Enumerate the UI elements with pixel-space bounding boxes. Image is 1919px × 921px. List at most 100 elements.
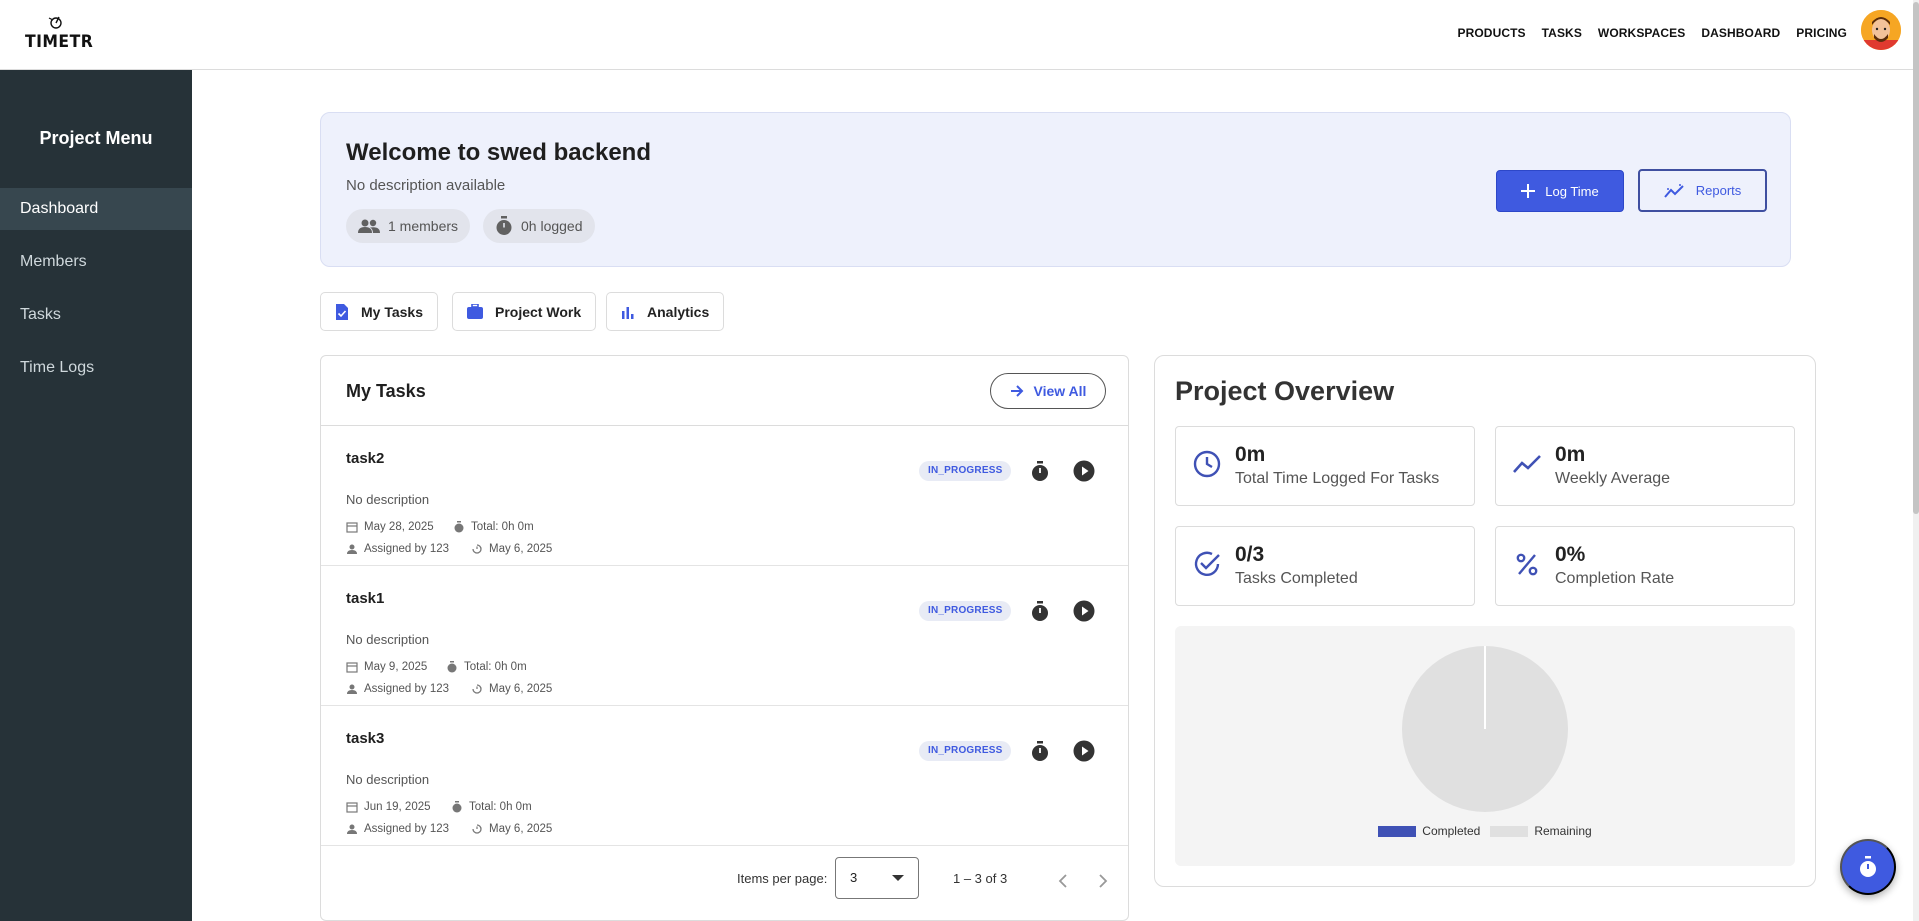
my-tasks-card: My Tasks View All task2 No description M… xyxy=(320,355,1129,921)
stat-total-time: 0m Total Time Logged For Tasks xyxy=(1175,426,1475,506)
sidebar-item-time-logs[interactable]: Time Logs xyxy=(0,347,192,389)
stat-label: Completion Rate xyxy=(1555,570,1675,587)
stat-value: 0% xyxy=(1555,543,1586,566)
task-row[interactable]: task3 No description Jun 19, 2025 Total:… xyxy=(321,706,1128,846)
briefcase-icon xyxy=(467,304,483,319)
project-description: No description available xyxy=(346,177,506,194)
calendar-icon xyxy=(346,802,358,813)
task-assigned-text: Assigned by 123 xyxy=(364,823,450,835)
task-due-text: Jun 19, 2025 xyxy=(364,801,431,813)
task-total-text: Total: 0h 0m xyxy=(464,661,527,673)
task-description: No description xyxy=(346,492,430,507)
legend-item-completed[interactable]: Completed xyxy=(1378,824,1480,838)
page-range: 1 – 3 of 3 xyxy=(953,871,1008,886)
prev-page-icon[interactable] xyxy=(1057,874,1069,888)
task-updated-text: May 6, 2025 xyxy=(489,823,553,835)
status-badge: IN_PROGRESS xyxy=(919,741,1012,761)
timer-icon xyxy=(454,521,464,533)
stat-label: Tasks Completed xyxy=(1235,570,1358,587)
play-icon[interactable] xyxy=(1073,600,1095,622)
task-icon xyxy=(336,303,348,320)
stopwatch-icon[interactable] xyxy=(1029,600,1051,622)
sidebar-item-members[interactable]: Members xyxy=(0,241,192,283)
legend-label: Completed xyxy=(1422,824,1481,838)
timer-icon xyxy=(452,801,462,813)
nav-tasks[interactable]: TASKS xyxy=(1542,26,1582,40)
stopwatch-icon xyxy=(496,216,512,235)
sidebar-item-tasks[interactable]: Tasks xyxy=(0,294,192,336)
task-due-date: May 28, 2025 xyxy=(346,521,434,533)
play-icon[interactable] xyxy=(1073,740,1095,762)
caret-down-icon xyxy=(892,875,904,881)
nav-pricing[interactable]: PRICING xyxy=(1796,26,1847,40)
clock-icon xyxy=(1193,450,1221,478)
history-icon xyxy=(472,824,482,834)
sidebar: Project Menu Dashboard Members Tasks Tim… xyxy=(0,70,192,921)
logo-mark-icon xyxy=(48,16,62,29)
person-icon xyxy=(347,544,357,554)
task-due-text: May 28, 2025 xyxy=(364,521,434,533)
project-title: Welcome to swed backend xyxy=(346,139,651,166)
legend-label: Remaining xyxy=(1534,824,1592,838)
task-assigned-text: Assigned by 123 xyxy=(364,683,450,695)
reports-button[interactable]: Reports xyxy=(1638,169,1767,212)
task-name: task2 xyxy=(346,450,385,467)
stat-weekly-average: 0m Weekly Average xyxy=(1495,426,1795,506)
logo-text: TIMETR xyxy=(25,32,94,52)
stat-label: Total Time Logged For Tasks xyxy=(1235,470,1440,487)
completion-chart: Completed Remaining xyxy=(1175,626,1795,866)
stopwatch-icon[interactable] xyxy=(1029,460,1051,482)
history-icon xyxy=(472,544,482,554)
stat-value: 0m xyxy=(1235,443,1266,466)
task-assigned: Assigned by 123 xyxy=(346,823,449,835)
task-row[interactable]: task2 No description May 28, 2025 Total:… xyxy=(321,426,1128,566)
stat-tasks-completed: 0/3 Tasks Completed xyxy=(1175,526,1475,606)
nav-products[interactable]: PRODUCTS xyxy=(1458,26,1526,40)
people-icon xyxy=(358,219,380,233)
legend-item-remaining[interactable]: Remaining xyxy=(1490,824,1592,838)
arrow-right-icon xyxy=(1010,385,1023,397)
task-assigned-text: Assigned by 123 xyxy=(364,543,450,555)
timer-fab-button[interactable] xyxy=(1840,839,1896,895)
stopwatch-icon xyxy=(1860,856,1876,877)
logo[interactable]: TIMETR xyxy=(25,14,93,54)
insights-icon xyxy=(1663,183,1684,198)
project-overview-title: Project Overview xyxy=(1175,376,1395,406)
logged-chip-label: 0h logged xyxy=(521,218,583,234)
plus-icon xyxy=(1521,184,1536,198)
task-row[interactable]: task1 No description May 9, 2025 Total: … xyxy=(321,566,1128,706)
legend-swatch xyxy=(1378,826,1417,838)
task-name: task3 xyxy=(346,730,385,747)
scrollbar-thumb[interactable] xyxy=(1913,2,1919,514)
avatar-image xyxy=(1861,10,1901,50)
check-circle-icon xyxy=(1194,551,1220,576)
tab-my-tasks-label: My Tasks xyxy=(361,303,423,320)
items-per-page-select[interactable]: 3 xyxy=(835,857,919,899)
nav-workspaces[interactable]: WORKSPACES xyxy=(1598,26,1685,40)
task-total: Total: 0h 0m xyxy=(446,661,527,673)
stopwatch-icon[interactable] xyxy=(1029,740,1051,762)
tab-project-work[interactable]: Project Work xyxy=(452,292,597,331)
tab-project-work-label: Project Work xyxy=(495,303,582,320)
chart-legend: Completed Remaining xyxy=(1175,824,1795,838)
tab-analytics[interactable]: Analytics xyxy=(606,292,725,331)
stat-value: 0/3 xyxy=(1235,543,1265,566)
task-due-text: May 9, 2025 xyxy=(364,661,428,673)
task-updated: May 6, 2025 xyxy=(471,543,552,555)
tab-my-tasks[interactable]: My Tasks xyxy=(320,292,438,331)
avatar[interactable] xyxy=(1861,10,1901,50)
calendar-icon xyxy=(346,662,358,673)
next-page-icon[interactable] xyxy=(1097,874,1109,888)
person-icon xyxy=(347,824,357,834)
status-badge: IN_PROGRESS xyxy=(919,601,1012,621)
nav-dashboard[interactable]: DASHBOARD xyxy=(1701,26,1780,40)
members-chip-label: 1 members xyxy=(388,218,459,234)
sidebar-item-dashboard[interactable]: Dashboard xyxy=(0,188,192,230)
play-icon[interactable] xyxy=(1073,460,1095,482)
percent-icon xyxy=(1516,553,1538,576)
log-time-button[interactable]: Log Time xyxy=(1496,170,1624,212)
task-due-date: May 9, 2025 xyxy=(346,661,427,673)
view-all-button[interactable]: View All xyxy=(990,373,1106,409)
task-updated: May 6, 2025 xyxy=(471,823,552,835)
person-icon xyxy=(347,684,357,694)
